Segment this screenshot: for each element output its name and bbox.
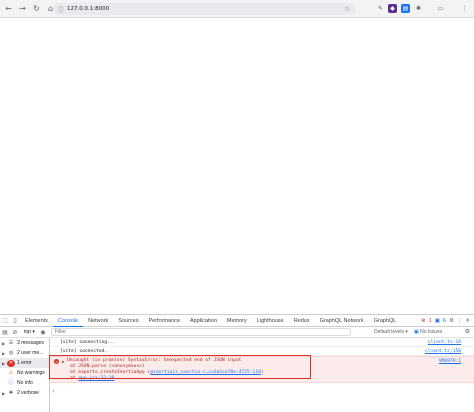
tab-elements[interactable]: Elements: [20, 315, 53, 327]
user-icon: ◍: [8, 349, 14, 356]
address-bar[interactable]: ⓘ 127.0.0.1:8000: [53, 3, 356, 15]
source-link[interactable]: client.ts:150: [425, 349, 461, 354]
sidebar-item-errors[interactable]: ▶ ✕ 1 error: [0, 358, 49, 368]
tab-console[interactable]: Console: [52, 315, 84, 327]
back-icon[interactable]: ←: [3, 3, 14, 14]
eye-icon[interactable]: ◉: [38, 329, 48, 336]
sidebar-icon[interactable]: ▭: [436, 4, 445, 13]
console-settings-icon[interactable]: ⚙: [465, 328, 470, 335]
console-sidebar: ▶ ☰ 3 messages ▶ ◍ 2 user me... ▶ ✕ 1 er…: [0, 338, 50, 412]
tab-memory[interactable]: Memory: [222, 315, 252, 327]
console-message: [vite] connecting... client.ts:18: [50, 338, 474, 347]
log-levels-dropdown[interactable]: Default levels ▾: [374, 329, 408, 335]
highlight-box: [49, 355, 311, 379]
close-icon[interactable]: ✕: [465, 318, 470, 324]
clear-console-icon[interactable]: ⊘: [10, 329, 20, 336]
menu-icon[interactable]: ⋮: [460, 4, 469, 13]
sidebar-item-verbose[interactable]: ▶ ✺ 2 verbose: [0, 388, 49, 398]
tab-performance[interactable]: Performance: [143, 315, 185, 327]
forward-icon[interactable]: →: [17, 3, 28, 14]
tab-application[interactable]: Application: [185, 315, 222, 327]
warning-icon: ⚠: [8, 369, 14, 376]
tab-redux[interactable]: Redux: [289, 315, 315, 327]
error-source-link[interactable]: VM6979:1: [439, 359, 461, 364]
browser-toolbar: ← → ↻ ⌂ ⓘ 127.0.0.1:8000 ☆ ✎ ◆ ▤ ✱ ▭ ⋮: [0, 0, 474, 18]
context-selector[interactable]: top ▾: [24, 329, 35, 335]
sidebar-item-info[interactable]: ⓘ No info: [0, 378, 49, 388]
site-info-icon[interactable]: ⓘ: [58, 5, 64, 14]
list-icon: ☰: [8, 339, 14, 346]
filter-field[interactable]: [50, 328, 351, 336]
sidebar-item-warnings[interactable]: ⚠ No warnings: [0, 368, 49, 378]
sidebar-toggle-icon[interactable]: ▤: [0, 329, 10, 336]
issues-icon[interactable]: ▣: [435, 318, 440, 324]
device-toolbar-icon[interactable]: ▯: [10, 317, 20, 324]
sidebar-item-user-messages[interactable]: ▶ ◍ 2 user me...: [0, 348, 49, 358]
inspect-icon[interactable]: ⬚: [0, 317, 10, 324]
tab-graphql-network[interactable]: GraphQL Network: [315, 315, 369, 327]
extension-icon[interactable]: ▤: [401, 4, 410, 13]
filter-input[interactable]: [54, 329, 350, 335]
tab-network[interactable]: Network: [83, 315, 113, 327]
info-icon: ⓘ: [8, 379, 14, 386]
bookmark-star-icon[interactable]: ☆: [344, 5, 350, 13]
sidebar-item-messages[interactable]: ▶ ☰ 3 messages: [0, 338, 49, 348]
error-icon: ✕: [7, 359, 15, 367]
more-options-icon[interactable]: ⋮: [457, 318, 463, 324]
issue-count[interactable]: 6: [443, 318, 446, 324]
settings-gear-icon[interactable]: ⚙: [449, 318, 454, 324]
tab-lighthouse[interactable]: Lighthouse: [252, 315, 289, 327]
console-prompt-icon[interactable]: ›: [52, 388, 54, 395]
devtools-tabbar: ⬚ ▯ Elements Console Network Sources Per…: [0, 315, 474, 327]
url-text: 127.0.0.1:8000: [67, 6, 110, 12]
tab-sources[interactable]: Sources: [113, 315, 143, 327]
issues-flag-icon: ▣: [414, 329, 419, 335]
extension-icon[interactable]: ◆: [388, 4, 397, 13]
extension-icon[interactable]: ✎: [376, 4, 385, 13]
console-filterbar: ▤ ⊘ top ▾ ◉ Default levels ▾ ▣ No Issues…: [0, 327, 474, 338]
source-link[interactable]: client.ts:18: [428, 340, 461, 345]
error-count[interactable]: 1: [429, 318, 432, 324]
bug-icon: ✺: [8, 389, 14, 396]
reload-icon[interactable]: ↻: [31, 3, 42, 14]
tab-graphql[interactable]: GraphQL: [369, 315, 402, 327]
page-viewport: [0, 19, 474, 313]
no-issues-label[interactable]: ▣ No Issues: [414, 329, 442, 335]
error-icon[interactable]: ⊗: [421, 318, 426, 324]
extensions-puzzle-icon[interactable]: ✱: [414, 4, 423, 13]
